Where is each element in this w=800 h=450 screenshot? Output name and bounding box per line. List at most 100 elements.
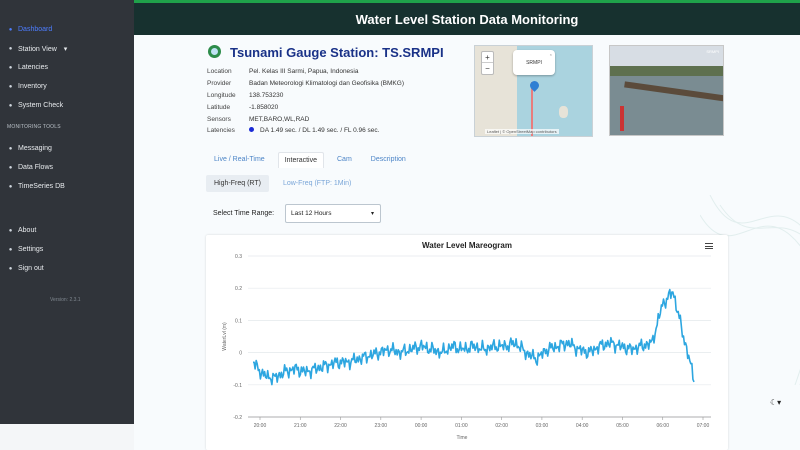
sidebar-item-timeseries-db[interactable]: ● TimeSeries DB bbox=[7, 183, 65, 190]
sidebar-item-dashboard[interactable]: ● Dashboard bbox=[7, 26, 53, 33]
subtab-high-freq-rt-[interactable]: High-Freq (RT) bbox=[206, 175, 269, 192]
time-range-value: Last 12 Hours bbox=[291, 210, 332, 217]
map-island bbox=[559, 106, 568, 118]
sidebar-item-label: System Check bbox=[18, 102, 64, 109]
database-icon: ● bbox=[8, 183, 13, 190]
info-row: Provider Badan Meteorologi Klimatologi da… bbox=[207, 78, 404, 90]
sidebar-item-data-flows[interactable]: ● Data Flows bbox=[7, 164, 53, 171]
version-label: Version: 2.3.1 bbox=[50, 297, 81, 303]
moon-icon[interactable]: ☾▾ bbox=[770, 398, 781, 407]
sidebar-item-label: Latencies bbox=[18, 64, 48, 71]
main-content: Tsunami Gauge Station: TS.SRMPI Location… bbox=[134, 35, 800, 450]
x-tick-label: 20:00 bbox=[254, 423, 267, 429]
sidebar-item-label: Data Flows bbox=[18, 164, 54, 171]
info-key: Latitude bbox=[207, 103, 231, 111]
x-tick-label: 03:00 bbox=[536, 423, 549, 429]
sidebar-item-station-view[interactable]: ● Station View ▾ bbox=[7, 45, 68, 54]
camera-stamp: SRMPI bbox=[706, 49, 719, 54]
tab-live-real-time[interactable]: Live / Real-Time bbox=[208, 152, 271, 168]
tab-cam[interactable]: Cam bbox=[331, 152, 358, 168]
tab-description[interactable]: Description bbox=[365, 152, 412, 168]
sidebar-item-sign-out[interactable]: ● Sign out bbox=[7, 265, 44, 272]
sidebar-item-label: Sign out bbox=[18, 265, 44, 272]
info-key: Location bbox=[207, 68, 232, 76]
info-value: MET,BARO,WL,RAD bbox=[249, 115, 310, 123]
sidebar-item-system-check[interactable]: ● System Check bbox=[7, 102, 63, 109]
sidebar-item-label: Settings bbox=[18, 246, 44, 253]
flow-icon: ● bbox=[8, 164, 13, 171]
x-tick-label: 01:00 bbox=[455, 423, 468, 429]
clock-icon: ● bbox=[8, 64, 13, 71]
popup-close-icon[interactable]: × bbox=[550, 52, 552, 57]
map-attribution: Leaflet | © OpenStreetMap contributors bbox=[485, 129, 559, 134]
sidebar-item-inventory[interactable]: ● Inventory bbox=[7, 83, 47, 90]
view-tabs: Live / Real-Time Interactive Cam Descriptio… bbox=[208, 152, 412, 168]
sidebar-item-about[interactable]: ● About bbox=[7, 227, 37, 234]
time-range-select[interactable]: Last 12 Hours ▾ bbox=[285, 204, 381, 223]
sidebar-item-messaging[interactable]: ● Messaging bbox=[7, 145, 52, 152]
info-key: Provider bbox=[207, 80, 232, 88]
subtab-low-freq-ftp-1min-[interactable]: Low-Freq (FTP: 1Min) bbox=[275, 175, 359, 192]
chevron-down-icon: ▾ bbox=[63, 46, 68, 53]
info-value: Badan Meteorologi Klimatologi dan Geofis… bbox=[249, 80, 404, 88]
info-value: DA 1.49 sec. / DL 1.49 sec. / FL 0.96 se… bbox=[249, 127, 379, 134]
info-key: Sensors bbox=[207, 115, 231, 123]
info-row: Location Pel. Kelas III Sarmi, Papua, Ind… bbox=[207, 66, 404, 78]
sidebar-item-label: TimeSeries DB bbox=[18, 183, 65, 190]
chart-title: Water Level Mareogram bbox=[422, 241, 512, 250]
info-icon: ● bbox=[8, 227, 13, 234]
info-row: Longitude 138.753230 bbox=[207, 90, 404, 102]
map-popup: SRMPI × bbox=[513, 50, 555, 75]
y-axis-label: WaterLvl (m) bbox=[222, 322, 228, 351]
x-tick-label: 23:00 bbox=[375, 423, 388, 429]
chevron-down-icon: ▾ bbox=[370, 211, 374, 217]
box-icon: ● bbox=[8, 83, 13, 90]
app-header: Water Level Station Data Monitoring bbox=[134, 3, 800, 35]
camera-snapshot[interactable]: SRMPI bbox=[609, 45, 724, 136]
x-axis-label: Time bbox=[457, 435, 468, 441]
x-tick-label: 05:00 bbox=[616, 423, 629, 429]
info-value: 138.753230 bbox=[249, 91, 284, 99]
x-tick-label: 06:00 bbox=[656, 423, 669, 429]
check-icon: ● bbox=[8, 102, 13, 109]
y-tick-label: 0.1 bbox=[235, 318, 242, 324]
y-tick-label: -0.1 bbox=[233, 383, 242, 389]
info-value: Pel. Kelas III Sarmi, Papua, Indonesia bbox=[249, 68, 359, 76]
zoom-out-button[interactable]: − bbox=[482, 63, 493, 74]
frequency-tabs: High-Freq (RT) Low-Freq (FTP: 1Min) bbox=[206, 175, 359, 192]
y-tick-label: 0 bbox=[239, 351, 242, 357]
x-tick-label: 07:00 bbox=[697, 423, 710, 429]
station-map[interactable]: + − SRMPI × Leaflet | © OpenStreetMap co… bbox=[474, 45, 593, 137]
map-zoom-control: + − bbox=[481, 51, 494, 75]
y-tick-label: -0.2 bbox=[233, 415, 242, 421]
sidebar-item-latencies[interactable]: ● Latencies bbox=[7, 64, 48, 71]
latency-status-icon bbox=[249, 127, 254, 133]
header-title: Water Level Station Data Monitoring bbox=[355, 11, 579, 27]
info-key: Latencies bbox=[207, 127, 235, 135]
station-title: Tsunami Gauge Station: TS.SRMPI bbox=[230, 45, 444, 60]
tab-interactive[interactable]: Interactive bbox=[277, 152, 324, 168]
x-tick-label: 22:00 bbox=[334, 423, 347, 429]
time-range-label: Select Time Range: bbox=[213, 210, 275, 217]
mareogram-chart: Water Level Mareogram 0.3 0.2 0.1 0 -0.1 -0.2 2… bbox=[222, 241, 711, 441]
cam-post bbox=[620, 106, 624, 131]
station-info: Location Pel. Kelas III Sarmi, Papua, Ind… bbox=[207, 66, 404, 137]
dashboard-icon: ● bbox=[8, 26, 13, 33]
y-tick-label: 0.3 bbox=[235, 254, 242, 260]
sidebar-item-label: Station View bbox=[18, 45, 57, 53]
bmkg-logo bbox=[208, 45, 221, 58]
monitoring-tools-section-label: MONITORING TOOLS bbox=[7, 124, 61, 130]
water-level-series-line bbox=[253, 288, 695, 386]
sidebar-item-label: Dashboard bbox=[18, 26, 53, 33]
info-value: -1.858020 bbox=[249, 103, 279, 111]
info-key: Longitude bbox=[207, 91, 236, 99]
map-popup-label: SRMPI bbox=[526, 59, 542, 66]
hamburger-icon[interactable] bbox=[705, 243, 713, 249]
info-row: Latitude -1.858020 bbox=[207, 101, 404, 113]
zoom-in-button[interactable]: + bbox=[482, 52, 493, 63]
mareogram-chart-card: Water Level Mareogram 0.3 0.2 0.1 0 -0.1 -0.2 2… bbox=[206, 235, 728, 450]
sidebar-item-settings[interactable]: ● Settings bbox=[7, 246, 44, 253]
x-tick-label: 00:00 bbox=[415, 423, 428, 429]
message-icon: ● bbox=[8, 145, 13, 152]
gear-icon: ● bbox=[8, 246, 13, 253]
